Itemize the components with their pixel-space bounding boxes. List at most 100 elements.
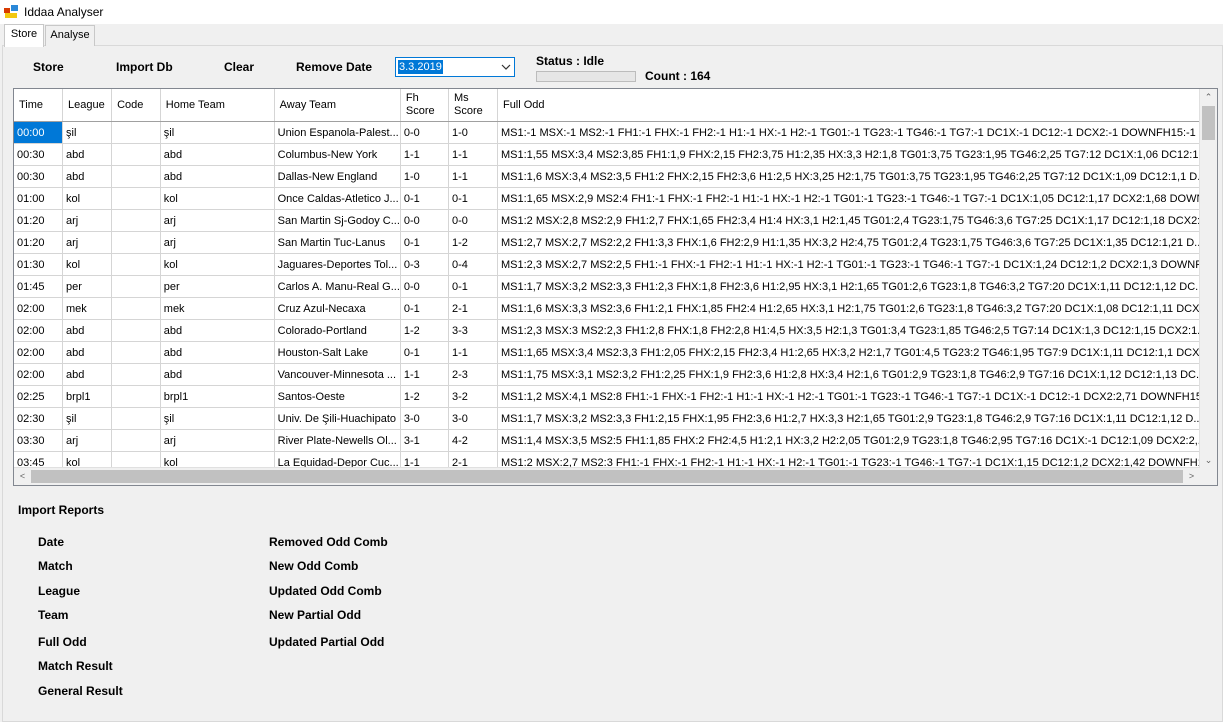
table-cell[interactable] xyxy=(111,209,161,232)
table-cell[interactable]: brpl1 xyxy=(62,385,113,408)
column-header[interactable]: Ms Score xyxy=(448,89,498,122)
table-cell[interactable]: Dallas-New England xyxy=(274,165,401,188)
table-cell[interactable] xyxy=(111,385,161,408)
table-cell[interactable]: Univ. De Şili-Huachipato xyxy=(274,407,401,430)
table-cell[interactable]: 03:30 xyxy=(14,429,64,452)
table-cell[interactable]: 2-1 xyxy=(448,297,498,320)
table-row[interactable]: 01:30 kol kol Jaguares-Deportes Tol... 0-3 0-… xyxy=(14,253,1217,276)
table-cell[interactable]: 1-1 xyxy=(448,165,498,188)
table-cell[interactable]: arj xyxy=(160,209,275,232)
table-cell[interactable]: MS1:2,3 MSX:2,7 MS2:2,5 FH1:-1 FHX:-1 FH… xyxy=(497,253,1217,276)
remove-date-button[interactable]: Remove Date xyxy=(296,60,372,74)
table-row[interactable]: 03:30 arj arj River Plate-Newells Ol... 3-1 4… xyxy=(14,429,1217,452)
matches-grid[interactable]: Time League Code Home Team Away Team Fh Score… xyxy=(13,88,1218,486)
table-cell[interactable]: 01:20 xyxy=(14,209,64,232)
table-row[interactable]: 01:45 per per Carlos A. Manu-Real G... 0-0 0-… xyxy=(14,275,1217,298)
table-cell[interactable]: abd xyxy=(160,319,275,342)
tab-store[interactable]: Store xyxy=(4,24,44,47)
table-cell[interactable]: per xyxy=(160,275,275,298)
table-cell[interactable]: 00:30 xyxy=(14,165,64,188)
table-row[interactable]: 01:20 arj arj San Martin Tuc-Lanus 0-1 1-2 MS1… xyxy=(14,231,1217,254)
table-cell[interactable]: arj xyxy=(160,429,275,452)
table-cell[interactable]: kol xyxy=(160,187,275,210)
tab-analyse[interactable]: Analyse xyxy=(45,25,95,46)
table-cell[interactable]: 1-2 xyxy=(400,385,450,408)
table-cell[interactable]: MS1:1,65 MSX:2,9 MS2:4 FH1:-1 FHX:-1 FH2… xyxy=(497,187,1217,210)
table-cell[interactable]: 1-1 xyxy=(448,143,498,166)
table-cell[interactable]: 3-2 xyxy=(448,385,498,408)
table-cell[interactable]: MS1:1,7 MSX:3,2 MS2:3,3 FH1:2,3 FHX:1,8 … xyxy=(497,275,1217,298)
table-cell[interactable] xyxy=(111,253,161,276)
table-cell[interactable]: MS1:1,55 MSX:3,4 MS2:3,85 FH1:1,9 FHX:2,… xyxy=(497,143,1217,166)
table-cell[interactable]: MS1:1,65 MSX:3,4 MS2:3,3 FH1:2,05 FHX:2,… xyxy=(497,341,1217,364)
table-cell[interactable]: abd xyxy=(160,165,275,188)
table-cell[interactable]: River Plate-Newells Ol... xyxy=(274,429,401,452)
table-cell[interactable]: 3-0 xyxy=(448,407,498,430)
table-cell[interactable]: 02:00 xyxy=(14,297,64,320)
table-cell[interactable] xyxy=(111,187,161,210)
table-cell[interactable]: 3-0 xyxy=(400,407,450,430)
table-cell[interactable]: 1-1 xyxy=(448,341,498,364)
table-cell[interactable]: 01:20 xyxy=(14,231,64,254)
table-row[interactable]: 02:00 abd abd Colorado-Portland 1-2 3-3 MS1:2,… xyxy=(14,319,1217,342)
table-cell[interactable]: arj xyxy=(160,231,275,254)
table-cell[interactable]: 1-1 xyxy=(400,363,450,386)
table-cell[interactable]: 02:00 xyxy=(14,363,64,386)
table-cell[interactable]: 0-1 xyxy=(400,231,450,254)
table-cell[interactable] xyxy=(111,165,161,188)
clear-button[interactable]: Clear xyxy=(224,60,254,74)
table-cell[interactable]: Colorado-Portland xyxy=(274,319,401,342)
table-cell[interactable]: 02:30 xyxy=(14,407,64,430)
table-cell[interactable]: Cruz Azul-Necaxa xyxy=(274,297,401,320)
table-cell[interactable]: MS1:2,7 MSX:2,7 MS2:2,2 FH1:3,3 FHX:1,6 … xyxy=(497,231,1217,254)
table-cell[interactable]: kol xyxy=(160,253,275,276)
column-header[interactable]: Full Odd xyxy=(497,89,1217,122)
table-cell[interactable]: mek xyxy=(160,297,275,320)
table-cell[interactable]: MS1:1,2 MSX:4,1 MS2:8 FH1:-1 FHX:-1 FH2:… xyxy=(497,385,1217,408)
table-cell[interactable]: abd xyxy=(62,363,113,386)
horizontal-scrollbar[interactable]: < > xyxy=(14,467,1200,485)
table-cell[interactable]: 0-4 xyxy=(448,253,498,276)
table-cell[interactable]: 1-0 xyxy=(448,121,498,144)
table-cell[interactable]: 1-2 xyxy=(448,231,498,254)
table-cell[interactable]: şil xyxy=(62,407,113,430)
column-header[interactable]: Fh Score xyxy=(400,89,450,122)
table-row[interactable]: 00:30 abd abd Columbus-New York 1-1 1-1 MS1:1,… xyxy=(14,143,1217,166)
table-cell[interactable]: 01:30 xyxy=(14,253,64,276)
table-cell[interactable]: 02:00 xyxy=(14,341,64,364)
table-cell[interactable]: arj xyxy=(62,231,113,254)
table-cell[interactable]: MS1:1,75 MSX:3,1 MS2:3,2 FH1:2,25 FHX:1,… xyxy=(497,363,1217,386)
table-row[interactable]: 02:25 brpl1 brpl1 Santos-Oeste 1-2 3-2 MS1:1,2… xyxy=(14,385,1217,408)
table-row[interactable]: 00:00 şil şil Union Espanola-Palest... 0-0 1-… xyxy=(14,121,1217,144)
table-cell[interactable]: MS1:1,6 MSX:3,3 MS2:3,6 FH1:2,1 FHX:1,85… xyxy=(497,297,1217,320)
scroll-down-icon[interactable]: ⌄ xyxy=(1200,452,1217,469)
table-cell[interactable]: Vancouver-Minnesota ... xyxy=(274,363,401,386)
column-header[interactable]: Time xyxy=(14,89,64,122)
table-cell[interactable] xyxy=(111,407,161,430)
table-cell[interactable]: 0-1 xyxy=(448,275,498,298)
vertical-scroll-thumb[interactable] xyxy=(1202,106,1215,140)
column-header[interactable]: Away Team xyxy=(274,89,401,122)
table-row[interactable]: 00:30 abd abd Dallas-New England 1-0 1-1 MS1:1… xyxy=(14,165,1217,188)
table-cell[interactable]: 3-3 xyxy=(448,319,498,342)
table-cell[interactable]: MS1:1,6 MSX:3,4 MS2:3,5 FH1:2 FHX:2,15 F… xyxy=(497,165,1217,188)
table-cell[interactable]: abd xyxy=(160,143,275,166)
table-cell[interactable] xyxy=(111,121,161,144)
store-button[interactable]: Store xyxy=(33,60,64,74)
table-cell[interactable]: Houston-Salt Lake xyxy=(274,341,401,364)
table-cell[interactable]: 2-3 xyxy=(448,363,498,386)
column-header[interactable]: Code xyxy=(111,89,161,122)
table-cell[interactable]: 0-1 xyxy=(400,297,450,320)
table-row[interactable]: 02:00 abd abd Houston-Salt Lake 0-1 1-1 MS1:1,… xyxy=(14,341,1217,364)
table-cell[interactable]: MS1:1,7 MSX:3,2 MS2:3,3 FH1:2,15 FHX:1,9… xyxy=(497,407,1217,430)
table-cell[interactable]: 00:30 xyxy=(14,143,64,166)
table-cell[interactable]: abd xyxy=(62,341,113,364)
table-row[interactable]: 01:20 arj arj San Martin Sj-Godoy C... 0-0 0-… xyxy=(14,209,1217,232)
table-cell[interactable]: şil xyxy=(62,121,113,144)
table-cell[interactable]: 0-0 xyxy=(400,121,450,144)
table-cell[interactable] xyxy=(111,143,161,166)
scroll-left-icon[interactable]: < xyxy=(14,468,31,485)
table-cell[interactable]: 4-2 xyxy=(448,429,498,452)
table-cell[interactable]: 0-1 xyxy=(448,187,498,210)
table-cell[interactable]: 1-2 xyxy=(400,319,450,342)
